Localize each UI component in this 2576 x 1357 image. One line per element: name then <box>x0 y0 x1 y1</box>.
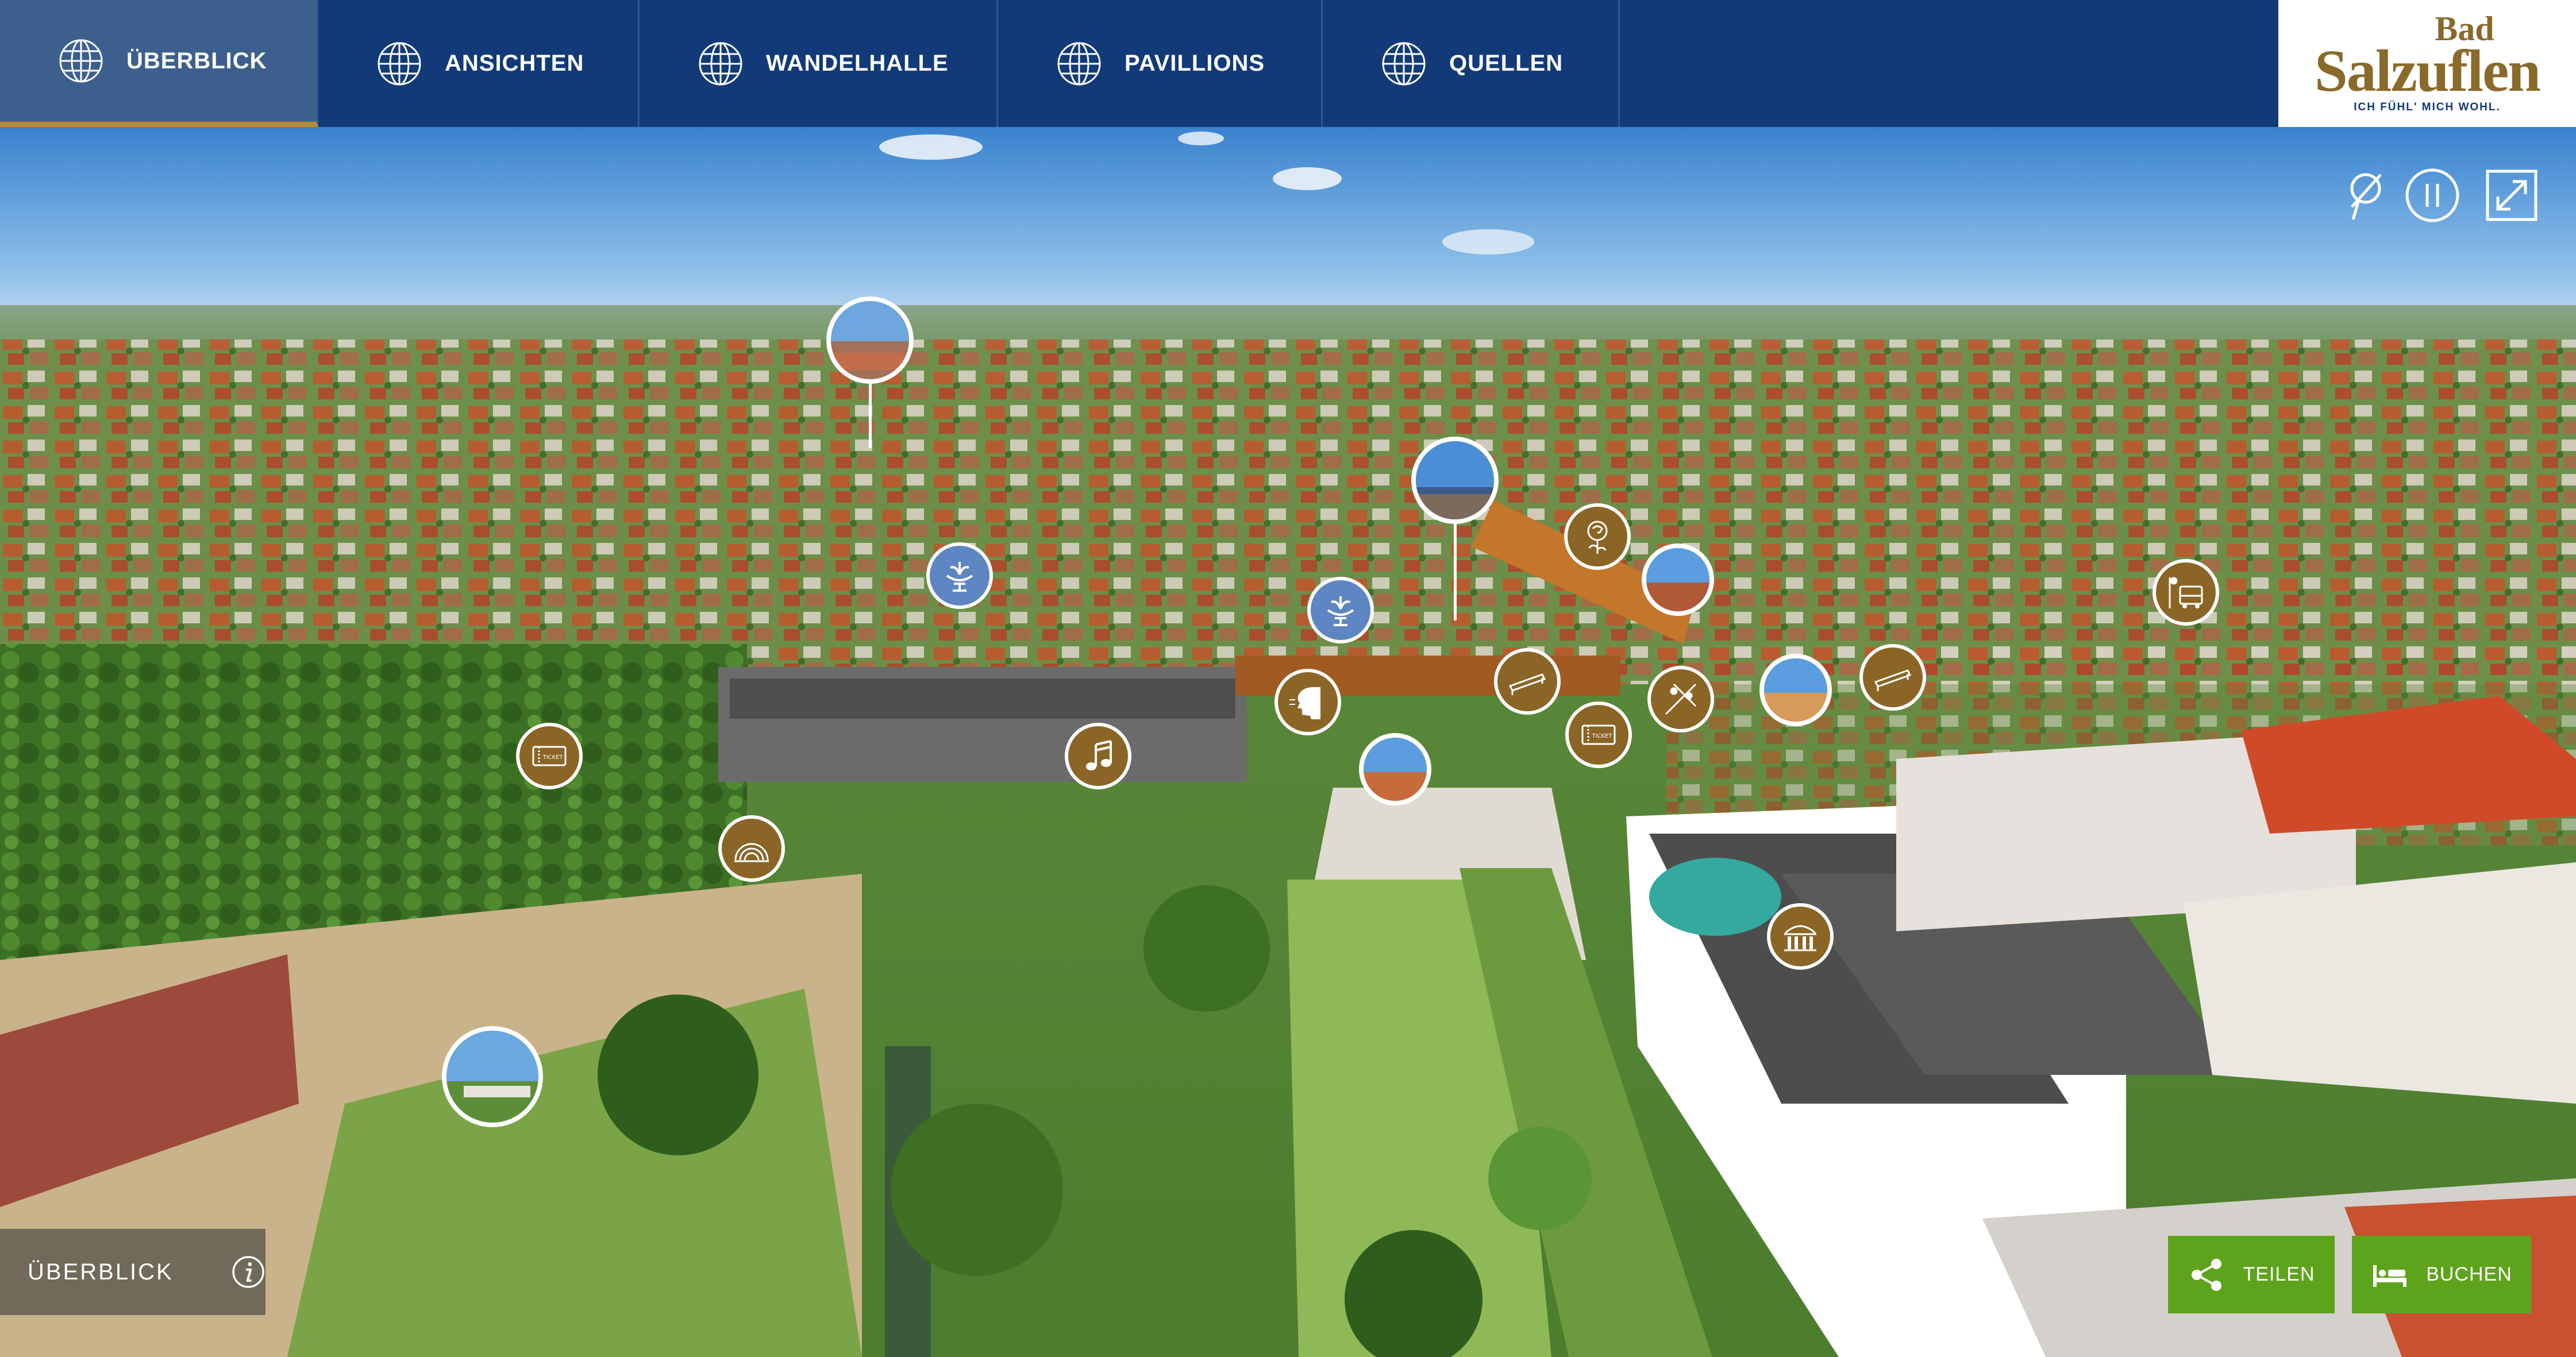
ticket-hotspot[interactable]: TICKET <box>516 723 583 789</box>
panorama-hotspot[interactable] <box>1759 654 1832 726</box>
panorama-hotspot[interactable] <box>1642 543 1714 616</box>
tab-label: ÜBERBLICK <box>126 48 267 74</box>
inhalation-hotspot[interactable] <box>1274 669 1341 735</box>
tab-wandelhalle[interactable]: WANDELHALLE <box>640 0 998 127</box>
spring-hotspot[interactable] <box>926 542 993 609</box>
book-button[interactable]: BUCHEN <box>2352 1236 2531 1313</box>
gradierwerk-icon <box>1508 673 1546 695</box>
panorama-hotspot[interactable] <box>826 296 914 384</box>
fullscreen-icon[interactable] <box>2483 167 2540 224</box>
tab-label: ANSICHTEN <box>445 51 584 76</box>
bed-icon <box>2373 1265 2407 1287</box>
svg-text:TICKET: TICKET <box>1591 733 1612 739</box>
gradierwerk-hotspot[interactable] <box>1859 644 1926 711</box>
bus-icon <box>2169 577 2203 608</box>
hotspot-pin-line <box>869 379 872 448</box>
logo-tagline: ICH FÜHL' MICH WOHL. <box>2354 101 2501 113</box>
aerial-panorama-image <box>0 127 2576 1357</box>
inhalation-icon <box>1289 687 1320 719</box>
globe-icon <box>59 39 103 83</box>
fountain-icon <box>1327 596 1354 626</box>
ticket-icon: TICKET <box>532 746 567 766</box>
share-button-label: TEILEN <box>2243 1263 2315 1285</box>
globe-icon <box>378 42 421 85</box>
tab-pavillions[interactable]: PAVILLIONS <box>998 0 1323 127</box>
share-icon <box>2192 1258 2222 1291</box>
globe-icon <box>699 42 742 85</box>
playground-icon <box>1665 683 1697 715</box>
tab-ansichten[interactable]: ANSICHTEN <box>318 0 640 127</box>
playground-hotspot[interactable] <box>1647 666 1714 733</box>
kurhaus-hotspot[interactable] <box>1767 903 1834 970</box>
book-button-label: BUCHEN <box>2426 1263 2512 1285</box>
bus-hotspot[interactable] <box>2153 559 2219 626</box>
gradierwerk-icon <box>1874 669 1912 691</box>
view-name: ÜBERBLICK <box>28 1259 174 1285</box>
rosarium-hotspot[interactable] <box>1564 503 1631 570</box>
music-hotspot[interactable] <box>1065 723 1131 789</box>
current-view-label: ÜBERBLICK <box>0 1229 265 1315</box>
ticket-icon: TICKET <box>1581 724 1616 745</box>
panorama-hotspot[interactable] <box>1411 437 1499 524</box>
pause-icon[interactable] <box>2404 167 2461 224</box>
rose-icon <box>1587 521 1608 554</box>
tab-label: QUELLEN <box>1449 51 1564 76</box>
building-icon <box>1784 925 1816 951</box>
tab-label: PAVILLIONS <box>1125 51 1265 76</box>
globe-icon <box>1057 42 1101 85</box>
tab-label: WANDELHALLE <box>766 51 949 76</box>
panorama-viewport[interactable] <box>0 127 2576 1357</box>
tab-ueberblick[interactable]: ÜBERBLICK <box>0 0 318 127</box>
bandshell-hotspot[interactable] <box>718 815 785 882</box>
location-pin-off-icon[interactable] <box>2336 167 2393 224</box>
gradierwerk-hotspot[interactable] <box>1494 648 1561 715</box>
spring-hotspot[interactable] <box>1307 577 1374 643</box>
bad-salzuflen-logo[interactable]: Bad Salzuflen ICH FÜHL' MICH WOHL. <box>2278 0 2576 127</box>
hotspot-pin-line <box>1454 517 1457 620</box>
music-icon <box>1086 740 1112 770</box>
ticket-hotspot[interactable]: TICKET <box>1565 701 1632 768</box>
share-button[interactable]: TEILEN <box>2168 1236 2335 1313</box>
tab-quellen[interactable]: QUELLEN <box>1323 0 1620 127</box>
logo-line-2: Salzuflen <box>2314 37 2541 104</box>
panorama-hotspot[interactable] <box>442 1026 543 1127</box>
info-icon[interactable] <box>231 1247 265 1297</box>
fountain-icon <box>946 562 973 592</box>
panorama-hotspot[interactable] <box>1359 733 1431 805</box>
globe-icon <box>1382 42 1426 85</box>
svg-text:TICKET: TICKET <box>542 754 563 761</box>
bandshell-icon <box>734 843 769 862</box>
top-navigation-bar: ÜBERBLICK ANSICHTEN WANDELHALLE PAVILLIO… <box>0 0 2576 127</box>
